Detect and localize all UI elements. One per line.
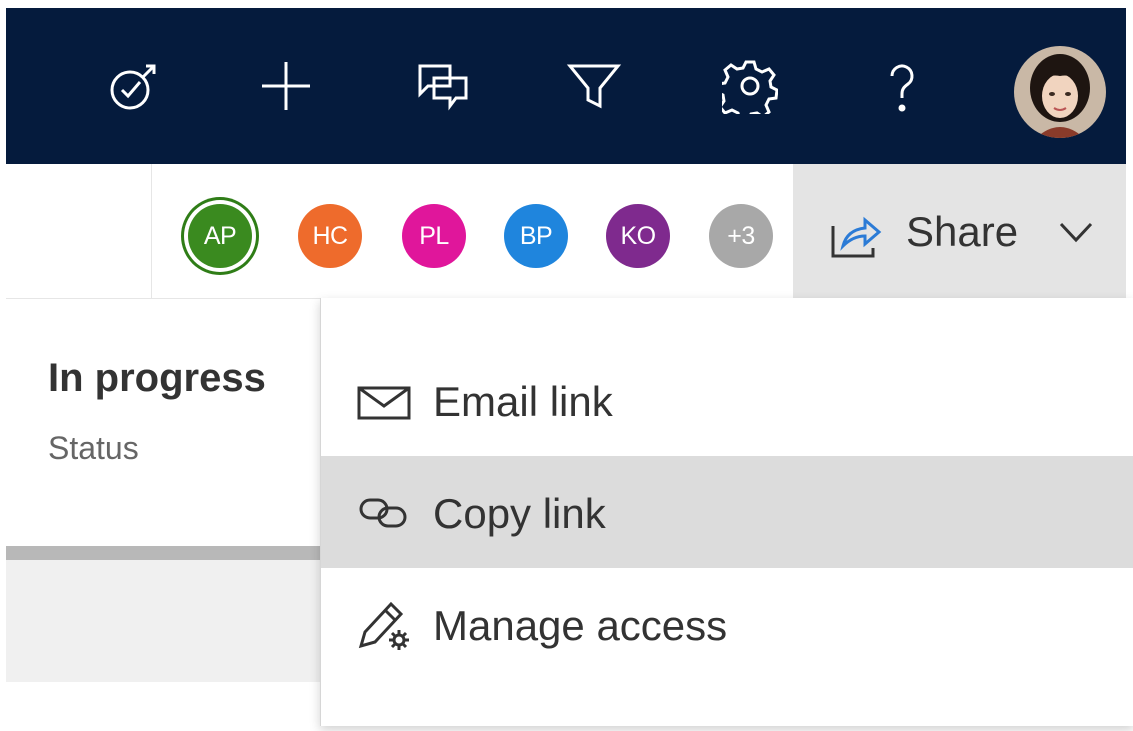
chat-button[interactable] [404,48,480,124]
background-band [6,560,322,682]
app-frame: AP HC PL BP KO +3 Share In progress Stat… [0,0,1133,731]
user-photo [1014,46,1106,138]
share-icon [831,216,882,258]
collaborator-initials: BP [519,221,553,250]
help-icon [890,64,914,112]
status-card-underline [6,546,322,560]
status-card: In progress Status [6,300,323,546]
collaborator-avatar[interactable]: PL [402,204,466,268]
more-collaborators-badge[interactable]: +3 [709,204,773,268]
menu-item-email-link[interactable]: Email link [321,344,1133,456]
edit-settings-icon [358,601,409,650]
collaborator-initials: KO [620,221,656,250]
focus-icon [110,64,156,110]
collaborator-initials: HC [312,221,348,250]
collaborator-avatar[interactable]: HC [298,204,362,268]
status-label: Status [48,430,139,466]
more-collaborators-count: +3 [727,221,755,250]
add-button[interactable] [248,48,324,124]
share-label: Share [906,208,1019,255]
header-divider [151,164,152,298]
mail-icon [357,386,411,420]
settings-button[interactable] [712,48,788,124]
collaborator-avatar[interactable]: BP [504,204,568,268]
menu-item-label: Copy link [433,490,606,537]
document-header: AP HC PL BP KO +3 Share [6,164,1126,299]
chat-icon [418,64,468,111]
filter-icon [566,64,622,109]
focus-button[interactable] [96,48,172,124]
collaborator-avatar-current[interactable]: AP [188,204,252,268]
top-nav-bar [6,8,1126,164]
menu-item-copy-link[interactable]: Copy link [321,456,1133,568]
link-icon [359,498,407,528]
help-button[interactable] [864,48,940,124]
chevron-down-icon [1059,222,1093,243]
status-value: In progress [48,356,266,400]
settings-icon [722,60,778,114]
menu-item-label: Manage access [433,602,728,649]
menu-item-label: Email link [433,378,613,425]
collaborator-initials: PL [419,221,449,250]
share-dropdown-menu: Email link Copy link Manage access [320,298,1133,726]
user-avatar[interactable] [1014,46,1106,138]
collaborator-initials: AP [203,221,237,250]
menu-item-manage-access[interactable]: Manage access [321,568,1133,680]
filter-button[interactable] [556,48,632,124]
add-icon [262,62,310,110]
share-button[interactable]: Share [793,164,1126,298]
collaborator-avatar[interactable]: KO [606,204,670,268]
